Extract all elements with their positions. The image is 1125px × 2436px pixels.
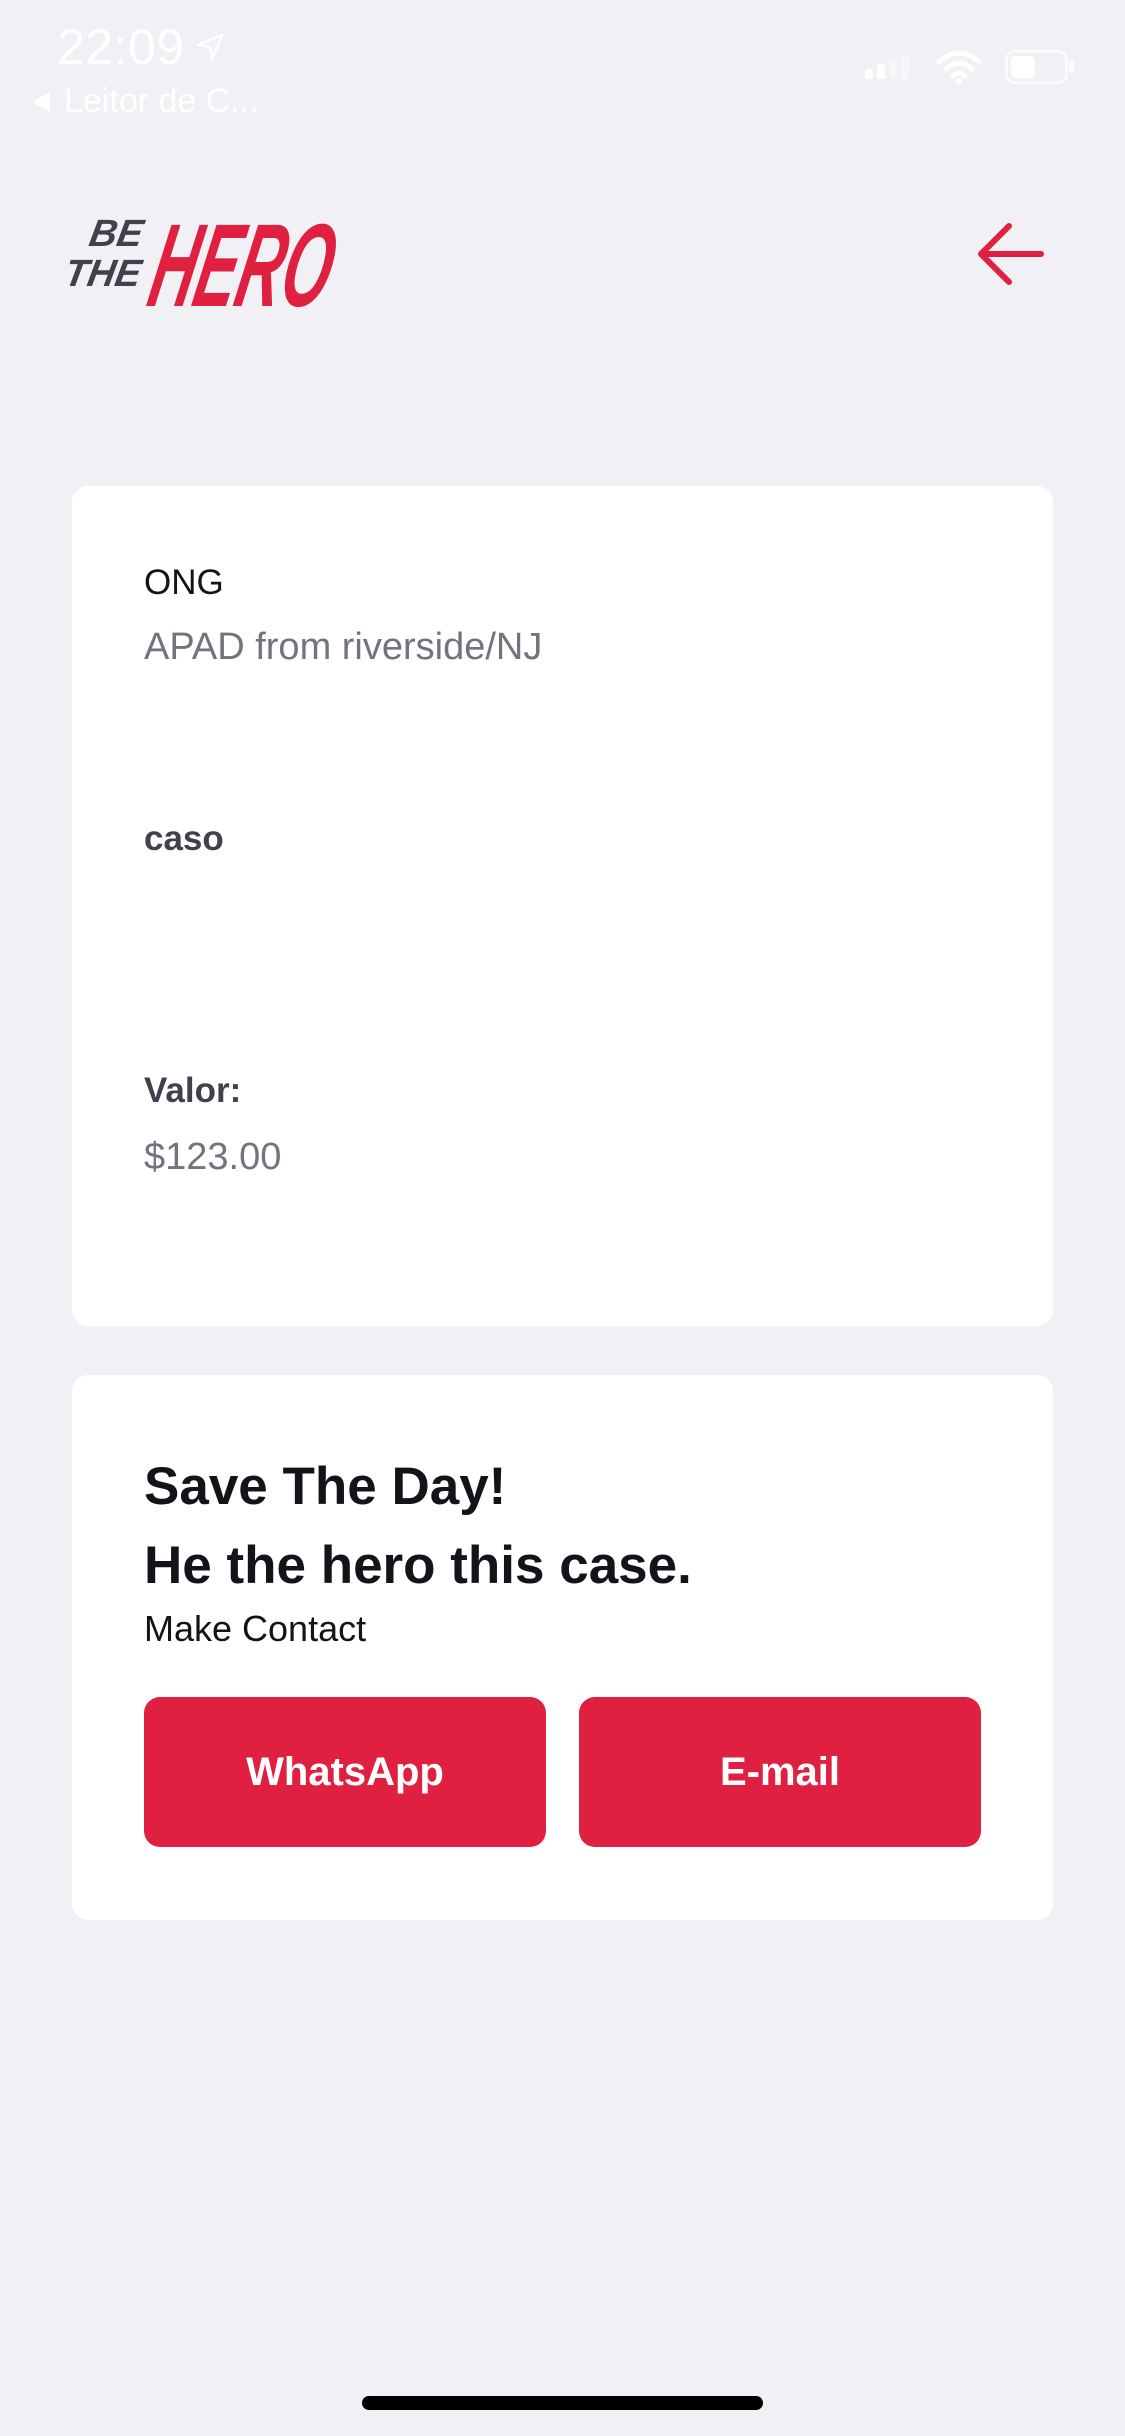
battery-icon xyxy=(1005,50,1074,84)
whatsapp-button-label: WhatsApp xyxy=(246,1749,444,1794)
status-back-to-app[interactable]: Leitor de C... xyxy=(30,82,259,121)
signal-icon xyxy=(865,55,909,79)
status-back-app-label: Leitor de C... xyxy=(64,82,259,120)
location-arrow-icon xyxy=(196,33,223,61)
email-button-label: E-mail xyxy=(719,1749,841,1794)
be-the-hero-logo: BE THE HERO xyxy=(70,200,347,318)
status-time-text: 22:09 xyxy=(57,19,185,75)
logo-text-be: BE xyxy=(86,212,148,255)
ong-value: APAD from riverside/NJ xyxy=(144,626,543,668)
status-indicators xyxy=(865,50,1075,84)
status-time: 22:09 xyxy=(57,18,225,76)
case-label: caso xyxy=(144,819,224,858)
contact-description: Make Contact xyxy=(144,1608,367,1649)
contact-card: Save The Day! He the hero this case. Mak… xyxy=(72,1375,1053,1920)
ong-label: ONG xyxy=(144,563,224,602)
wifi-icon xyxy=(937,50,981,84)
value-label: Valor: xyxy=(144,1071,242,1110)
home-indicator[interactable] xyxy=(362,2396,763,2410)
arrow-left-icon[interactable] xyxy=(975,218,1047,290)
contact-title-line-2: He the hero this case. xyxy=(144,1536,692,1595)
back-triangle-icon xyxy=(32,91,50,112)
email-button[interactable]: E-mail xyxy=(579,1697,981,1847)
detail-screen: 22:09 Leitor de C... BE THE HERO ONG APA… xyxy=(0,0,1125,2436)
logo-text-hero: HERO xyxy=(139,200,347,318)
incident-card: ONG APAD from riverside/NJ caso Valor: $… xyxy=(72,486,1053,1326)
whatsapp-button[interactable]: WhatsApp xyxy=(144,1697,546,1847)
value-amount: $123.00 xyxy=(144,1136,282,1178)
logo-text-the: THE xyxy=(70,252,146,295)
contact-title-line-1: Save The Day! xyxy=(144,1457,507,1516)
